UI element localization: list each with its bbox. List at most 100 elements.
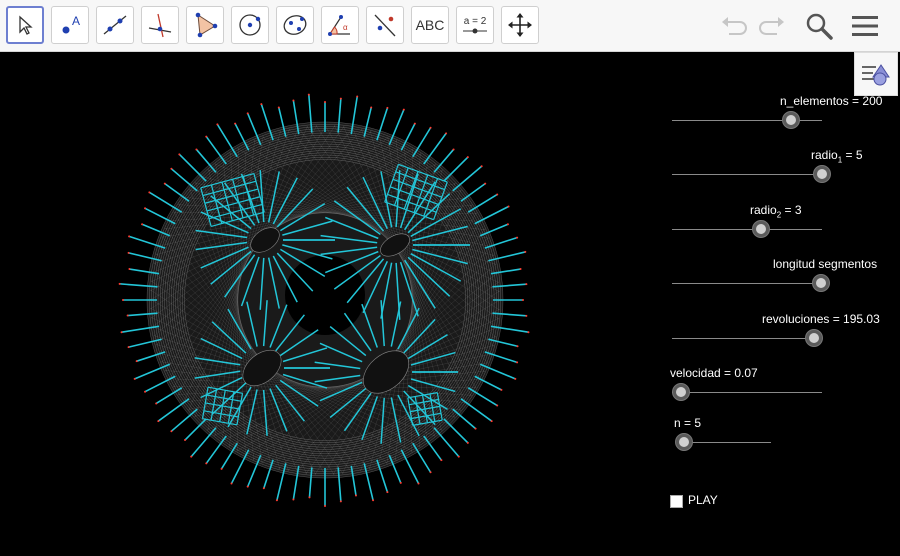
spoke-tip	[496, 193, 499, 196]
spoke-tip	[230, 482, 233, 485]
spoke-tip	[522, 299, 524, 301]
spoke-tip	[356, 95, 359, 98]
slider-knob-radio2[interactable]	[752, 220, 770, 238]
perpendicular-line-tool-button[interactable]	[141, 6, 179, 44]
spoke-tip	[122, 299, 124, 301]
move-graphics-view-tool-button[interactable]	[501, 6, 539, 44]
spoke-tip	[496, 404, 499, 407]
slider-knob-n-elementos[interactable]	[782, 111, 800, 129]
spoke-tip	[144, 207, 147, 210]
polygon-tool-button[interactable]	[186, 6, 224, 44]
circle-icon	[239, 14, 261, 36]
spoke-tip	[277, 106, 280, 109]
spoke-tip	[127, 251, 130, 254]
slider-tool-graphic: a = 2	[462, 16, 488, 35]
line-icon	[103, 15, 127, 35]
slider-knob-revoluciones[interactable]	[805, 329, 823, 347]
slider-label-radio1: radio1 = 5	[811, 148, 863, 164]
spoke-tip	[308, 496, 311, 499]
spoke-tip	[339, 500, 342, 503]
undo-button[interactable]	[717, 8, 753, 44]
spoke-tip	[157, 420, 160, 423]
spoke-tip	[141, 223, 144, 226]
outer-spoke	[157, 398, 190, 422]
spoke-tip	[170, 167, 173, 170]
outer-spoke	[178, 153, 207, 182]
slider-track-radio2[interactable]	[672, 229, 822, 230]
spoke-tip	[466, 156, 469, 159]
spoke-tip	[190, 455, 193, 458]
slider-label-radio2: radio2 = 3	[750, 203, 802, 219]
polygon-icon	[195, 12, 218, 38]
spoke-tip	[516, 236, 519, 239]
play-checkbox[interactable]	[670, 495, 683, 508]
spoke-tip	[118, 282, 121, 285]
move-arrows-icon	[508, 13, 532, 37]
reflect-icon	[374, 14, 396, 37]
spoke-tip	[417, 482, 420, 485]
spoke-tip	[195, 148, 198, 151]
spoke-tip	[246, 485, 249, 488]
spoke-tip	[354, 494, 357, 497]
spoke-tip	[155, 402, 158, 405]
slider-track-longitud-segmentos[interactable]	[672, 283, 822, 284]
search-button[interactable]	[801, 8, 837, 44]
spoke-tip	[220, 467, 223, 470]
toolbar: A α ABC a = 2	[0, 0, 900, 52]
move-tool-button[interactable]	[6, 6, 44, 44]
spoke-tip	[148, 191, 151, 194]
spoke-tip	[413, 122, 416, 125]
reflect-tool-button[interactable]	[366, 6, 404, 44]
spoke-tip	[386, 491, 389, 494]
outer-spoke	[452, 165, 483, 192]
spoke-tip	[524, 250, 527, 253]
redo-icon	[759, 17, 784, 35]
circle-tool-button[interactable]	[231, 6, 269, 44]
spoke-tip	[135, 360, 138, 363]
slider-knob-n[interactable]	[675, 433, 693, 451]
slider-knob-radio1[interactable]	[813, 165, 831, 183]
angle-tool-button[interactable]: α	[321, 6, 359, 44]
radio1-label-rest: = 5	[842, 148, 863, 162]
spoke-tip	[128, 235, 131, 238]
spoke-tip	[484, 182, 487, 185]
line-tool-button[interactable]	[96, 6, 134, 44]
slider-tool-button[interactable]: a = 2	[456, 6, 494, 44]
graphics-view[interactable]	[0, 53, 900, 556]
undo-icon	[722, 17, 747, 35]
hamburger-menu-icon	[852, 16, 878, 36]
spoke-tip	[466, 441, 469, 444]
spoke-tip	[183, 439, 186, 442]
slider-track-velocidad[interactable]	[672, 392, 822, 393]
outer-spoke	[190, 427, 217, 458]
point-icon: A	[62, 14, 80, 34]
slider-icon	[463, 28, 487, 33]
spoke-tip	[324, 505, 326, 507]
slider-track-revoluciones[interactable]	[672, 338, 822, 339]
spoke-tip	[133, 377, 136, 380]
spoke-tip	[178, 153, 181, 156]
main-menu-button[interactable]	[847, 8, 883, 44]
perpendicular-line-icon	[148, 13, 172, 38]
spoke-tip	[402, 108, 405, 111]
spoke-tip	[292, 498, 295, 501]
spoke-tip	[474, 427, 477, 430]
spoke-tip	[516, 345, 519, 348]
slider-knob-longitud-segmentos[interactable]	[812, 274, 830, 292]
string-art-figure	[118, 93, 530, 507]
slider-track-radio1[interactable]	[672, 174, 822, 175]
ellipse-tool-button[interactable]	[276, 6, 314, 44]
spoke-tip	[170, 430, 173, 433]
outer-spoke	[433, 427, 460, 458]
spoke-tip	[527, 331, 530, 334]
spoke-tip	[514, 377, 517, 380]
slider-knob-velocidad[interactable]	[672, 383, 690, 401]
spoke-tip	[429, 471, 432, 474]
spoke-tip	[452, 148, 455, 151]
redo-button[interactable]	[753, 8, 789, 44]
spoke-tip	[399, 481, 402, 484]
radio2-label-main: radio	[750, 203, 777, 217]
text-tool-button[interactable]: ABC	[411, 6, 449, 44]
spoke-tip	[307, 93, 310, 96]
point-tool-button[interactable]: A	[51, 6, 89, 44]
